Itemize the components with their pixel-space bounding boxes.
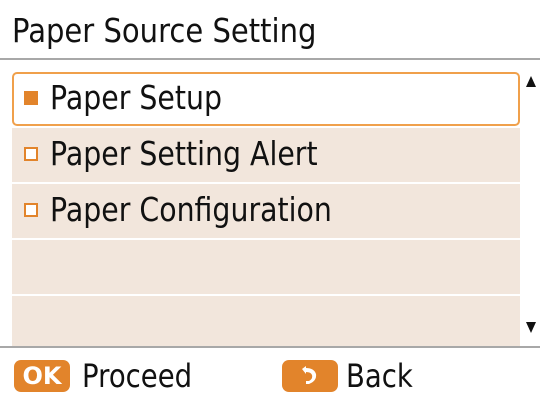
menu-item-paper-setting-alert[interactable]: Paper Setting Alert — [12, 128, 520, 182]
printer-lcd-screen: Paper Source Setting Paper Setup Paper S… — [0, 0, 540, 404]
menu-item-paper-setup[interactable]: Paper Setup — [12, 72, 520, 126]
menu-item-label: Paper Configuration — [50, 190, 332, 229]
menu-item-empty — [12, 296, 520, 350]
selected-marker-icon — [24, 91, 38, 105]
scroll-down-arrow-icon[interactable] — [526, 322, 536, 333]
menu-item-paper-configuration[interactable]: Paper Configuration — [12, 184, 520, 238]
scrollbar[interactable] — [522, 62, 540, 346]
back-arrow-icon[interactable] — [282, 360, 338, 392]
screen-title: Paper Source Setting — [12, 11, 317, 50]
back-label: Back — [346, 357, 413, 395]
back-arrow-glyph — [302, 366, 317, 384]
ok-key-icon[interactable]: OK — [14, 360, 70, 392]
unselected-marker-icon — [24, 203, 38, 217]
unselected-marker-icon — [24, 147, 38, 161]
menu-item-label: Paper Setup — [50, 78, 222, 117]
menu-item-empty — [12, 240, 520, 294]
menu-list: Paper Setup Paper Setting Alert Paper Co… — [0, 62, 528, 350]
button-guide-bar: OK Proceed Back — [0, 346, 540, 404]
proceed-label: Proceed — [82, 357, 193, 395]
title-bar: Paper Source Setting — [0, 0, 540, 60]
scroll-up-arrow-icon[interactable] — [526, 76, 536, 87]
menu-item-label: Paper Setting Alert — [50, 134, 318, 173]
